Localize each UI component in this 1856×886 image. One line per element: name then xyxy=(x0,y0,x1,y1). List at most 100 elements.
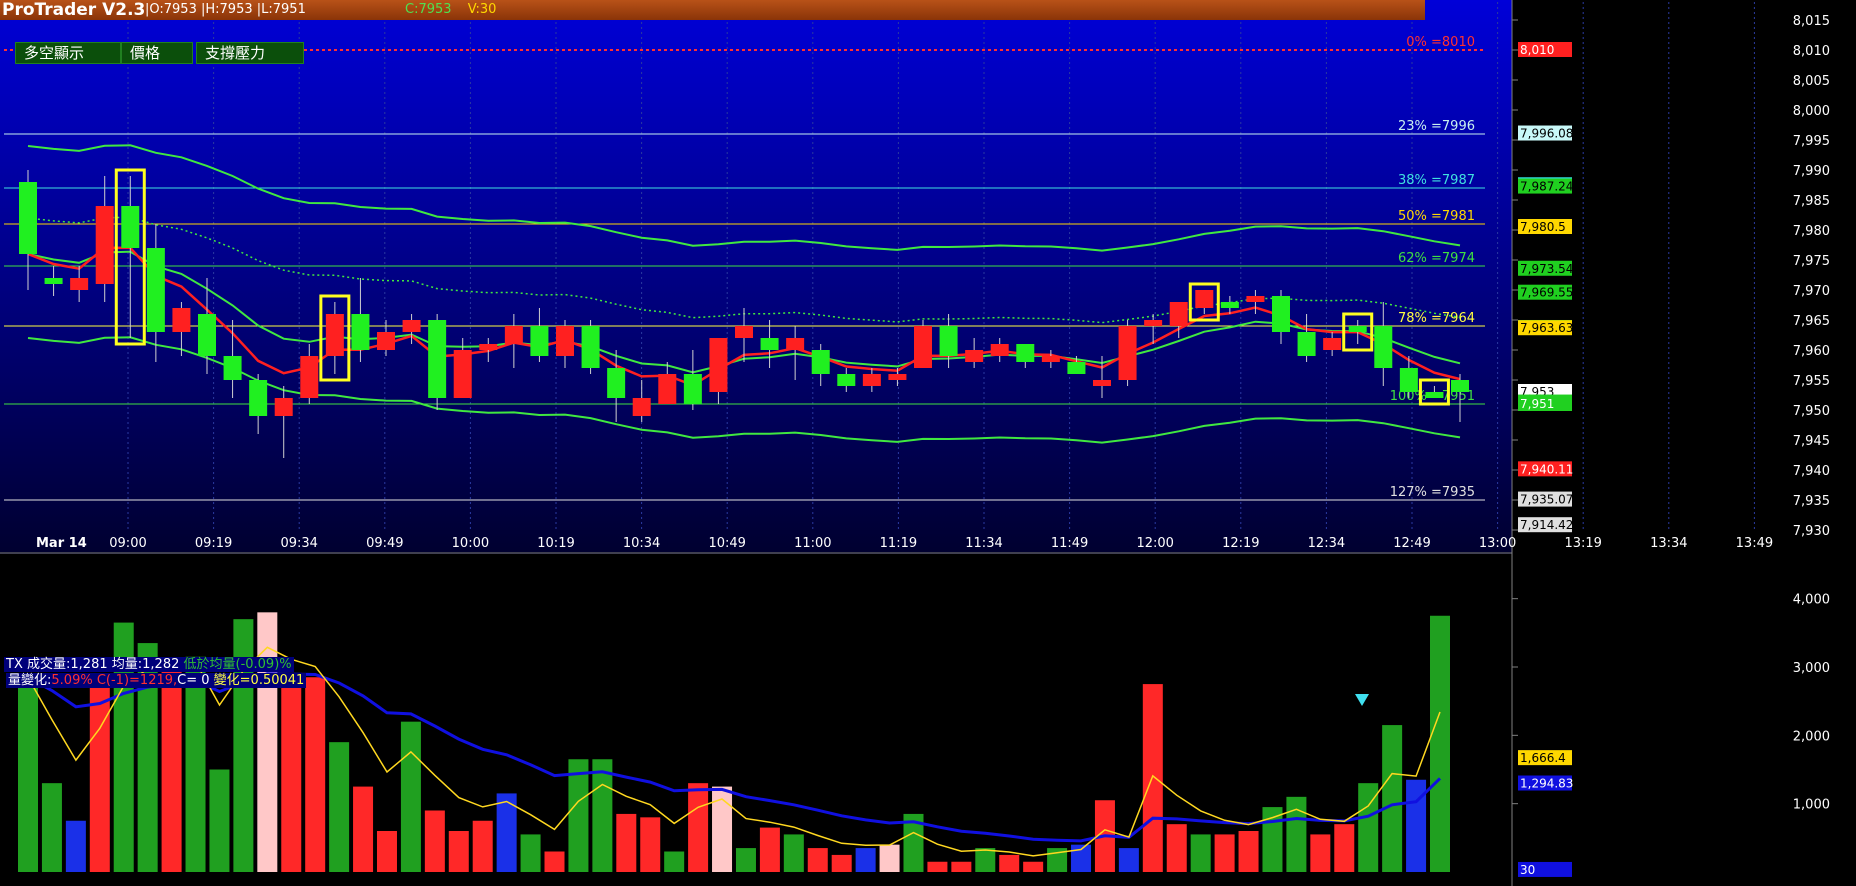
volume-bar xyxy=(568,759,589,872)
volume-bar xyxy=(353,786,374,872)
fib-label: 50% =7981 xyxy=(1398,209,1475,224)
candle-body xyxy=(1220,302,1239,308)
volume-bar xyxy=(879,844,900,872)
x-axis-tick-label: 11:00 xyxy=(794,536,831,551)
volume-bar xyxy=(281,677,302,872)
y-axis-tick-label: 7,955 xyxy=(1793,374,1830,389)
ohl-readout: |O:7953 |H:7953 |L:7951 xyxy=(145,0,306,19)
x-axis-tick-label: 11:34 xyxy=(965,536,1002,551)
volume-bar xyxy=(544,851,565,872)
volume-legend-line1: TX 成交量:1,281 均量:1,282 低於均量(-0.09)% xyxy=(4,657,294,672)
volume-bar xyxy=(1286,796,1307,872)
x-axis-tick-label: 13:00 xyxy=(1479,536,1516,551)
y-axis-tick-label: 7,935 xyxy=(1793,494,1830,509)
close-value: C:7953 xyxy=(405,2,452,17)
candle-body xyxy=(530,326,549,356)
candle-body xyxy=(862,374,881,386)
volume-bar xyxy=(400,721,421,872)
candle-body xyxy=(786,338,805,350)
y-axis-tick-label: 7,975 xyxy=(1793,254,1830,269)
candle-body xyxy=(1041,356,1060,362)
y-axis-tick-label: 7,980 xyxy=(1793,224,1830,239)
price-tag-label: 7,951 xyxy=(1520,397,1554,411)
price-tag-label: 7,996.08 xyxy=(1520,127,1573,141)
fib-label: 78% =7964 xyxy=(1398,311,1475,326)
volume-bar xyxy=(185,656,206,872)
x-axis-tick-label: 12:49 xyxy=(1393,536,1430,551)
volume-axis-label: 1,000 xyxy=(1793,798,1830,813)
candle-body xyxy=(837,374,856,386)
toolbar-price-button[interactable]: 價格 xyxy=(121,42,193,64)
x-axis-tick-label: 09:00 xyxy=(109,536,146,551)
candle-body xyxy=(1399,368,1418,392)
y-axis-tick-label: 8,010 xyxy=(1793,44,1830,59)
candle-body xyxy=(658,374,677,404)
price-tag-label: 7,987.24 xyxy=(1520,180,1573,194)
candle-body xyxy=(1016,344,1035,362)
fib-label: 0% =8010 xyxy=(1406,35,1475,50)
candle-body xyxy=(1093,380,1111,386)
x-axis-tick-label: 10:49 xyxy=(708,536,745,551)
app-title: ProTrader V2.3 xyxy=(2,0,146,20)
candle-body xyxy=(888,374,907,380)
volume-bar xyxy=(1142,684,1163,872)
x-axis-tick-label: 10:34 xyxy=(623,536,660,551)
fib-label: 127% =7935 xyxy=(1390,485,1475,500)
y-axis-tick-label: 8,005 xyxy=(1793,74,1830,89)
volume-legend-line2: 量變化:5.09% C(-1)=1219,C= 0 變化=0.50041 xyxy=(6,673,307,688)
volume-bar xyxy=(1166,824,1187,872)
y-axis-tick-label: 7,960 xyxy=(1793,344,1830,359)
fib-label: 23% =7996 xyxy=(1398,119,1475,134)
y-axis-tick-label: 7,990 xyxy=(1793,164,1830,179)
y-axis-tick-label: 7,970 xyxy=(1793,284,1830,299)
volume-bar xyxy=(640,817,661,872)
volume-bar xyxy=(807,848,828,872)
chart-canvas[interactable]: 0% =8010 23% =7996 38% =7987 50% =7981 62% =… xyxy=(0,0,1856,886)
candle-body xyxy=(1067,362,1086,374)
volume-bar xyxy=(1190,834,1211,872)
fib-label: 38% =7987 xyxy=(1398,173,1475,188)
volume-bar xyxy=(41,783,62,872)
candle-body xyxy=(453,350,472,398)
candle-body xyxy=(709,338,728,392)
x-axis-tick-label: 09:19 xyxy=(195,536,232,551)
candle-body xyxy=(121,206,140,248)
volume-bar xyxy=(616,813,637,872)
candle-body xyxy=(1425,392,1444,398)
candle-body xyxy=(1118,326,1137,380)
volume-bar xyxy=(424,810,445,872)
volume-axis-label: 3,000 xyxy=(1793,661,1830,676)
x-axis-tick-label: 09:49 xyxy=(366,536,403,551)
volume-bar xyxy=(855,848,876,872)
candle-body xyxy=(146,248,165,332)
volume-tag-label: 1,294.83 xyxy=(1520,777,1573,791)
price-tag-label: 8,010 xyxy=(1520,43,1554,57)
candle-body xyxy=(504,326,523,344)
price-pane xyxy=(0,0,1512,552)
candle-body xyxy=(479,344,498,350)
candle-body xyxy=(1374,326,1393,368)
candle-body xyxy=(19,182,37,254)
x-axis-tick-label: 13:19 xyxy=(1564,536,1601,551)
candle-body xyxy=(914,326,932,368)
candle-body xyxy=(44,278,63,284)
close-volume-readout: C:7953 V:30 xyxy=(405,0,496,19)
candle-body xyxy=(965,350,984,362)
volume-bar xyxy=(975,848,996,872)
x-axis-tick-label: 11:19 xyxy=(880,536,917,551)
volume-bar xyxy=(951,861,972,872)
candle-body xyxy=(1246,296,1265,302)
volume-bar xyxy=(1214,834,1235,872)
price-tag-label: 7,914.42 xyxy=(1520,518,1573,532)
volume-bar xyxy=(1382,725,1403,872)
volume-bar xyxy=(783,834,804,872)
volume-bar xyxy=(1334,824,1355,872)
candle-body xyxy=(1272,296,1290,332)
volume-bar xyxy=(18,677,38,872)
toolbar-long-short-button[interactable]: 多空顯示 xyxy=(15,42,121,64)
volume-bar xyxy=(1430,615,1450,872)
candle-body xyxy=(428,320,447,398)
toolbar-support-resistance-button[interactable]: 支撐壓力 xyxy=(196,42,304,64)
volume-bar xyxy=(664,851,685,872)
y-axis-tick-label: 8,000 xyxy=(1793,104,1830,119)
